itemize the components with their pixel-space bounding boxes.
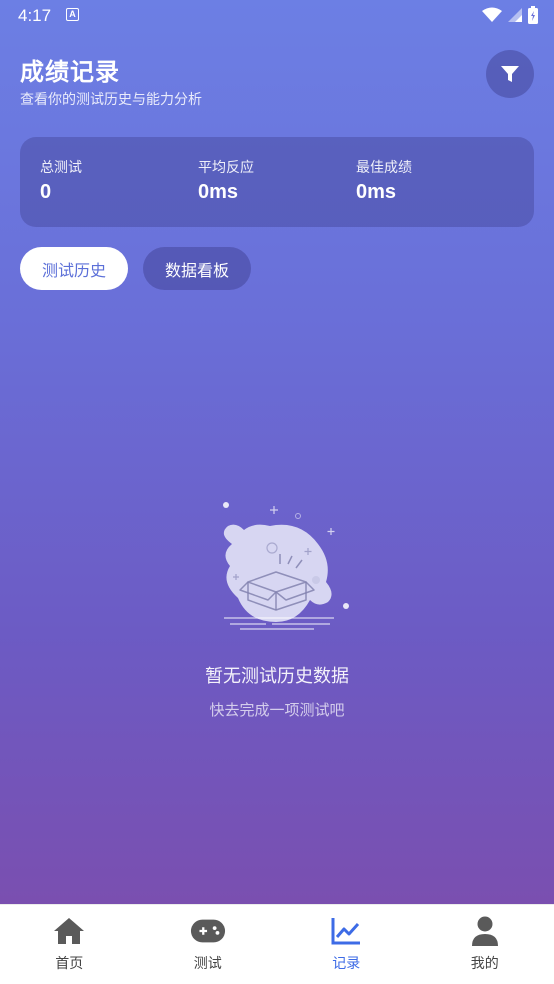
signal-icon xyxy=(508,8,522,22)
nav-label: 记录 xyxy=(332,956,361,972)
tab-test-history[interactable]: 测试历史 xyxy=(20,247,128,290)
stat-average-reaction: 平均反应 0ms xyxy=(198,157,254,204)
stat-value: 0 xyxy=(40,181,52,203)
stat-label: 平均反应 xyxy=(198,160,254,176)
home-icon xyxy=(51,915,87,947)
nav-item-records[interactable]: 记录 xyxy=(277,905,416,984)
accessibility-notification-icon: A xyxy=(66,8,79,21)
nav-label: 测试 xyxy=(193,956,222,972)
stat-best-score: 最佳成绩 0ms xyxy=(356,157,412,204)
battery-icon xyxy=(528,6,538,24)
nav-item-profile[interactable]: 我的 xyxy=(416,905,554,984)
gamepad-icon xyxy=(190,915,226,947)
page-subtitle: 查看你的测试历史与能力分析 xyxy=(20,92,202,108)
records-screen: 4:17 A 成绩记录 查看你的测试历史与能力分析 总测试 0 平均反应 0ms… xyxy=(0,0,554,904)
stat-value: 0ms xyxy=(198,181,239,203)
nav-label: 我的 xyxy=(470,956,499,972)
bottom-navigation: 首页 测试 记录 我的 xyxy=(0,904,554,984)
chart-line-icon xyxy=(328,915,364,947)
stat-label: 总测试 xyxy=(40,160,82,176)
nav-item-home[interactable]: 首页 xyxy=(0,905,139,984)
person-icon xyxy=(467,915,503,947)
stat-value: 0ms xyxy=(356,181,397,203)
wifi-icon xyxy=(482,7,502,22)
nav-item-test[interactable]: 测试 xyxy=(139,905,278,984)
status-icons xyxy=(482,6,538,24)
empty-state-title: 暂无测试历史数据 xyxy=(205,666,349,687)
empty-box-illustration xyxy=(223,502,349,630)
page-title: 成绩记录 xyxy=(20,58,120,86)
filter-button[interactable] xyxy=(486,50,534,98)
status-time: 4:17 xyxy=(18,6,52,25)
stats-summary-card: 总测试 0 平均反应 0ms 最佳成绩 0ms xyxy=(20,137,534,227)
filter-icon xyxy=(501,66,519,82)
nav-label: 首页 xyxy=(55,956,84,972)
status-bar: 4:17 A xyxy=(0,0,554,32)
stat-total-tests: 总测试 0 xyxy=(40,157,82,204)
stat-label: 最佳成绩 xyxy=(356,160,412,176)
empty-state-subtitle: 快去完成一项测试吧 xyxy=(209,701,345,719)
tab-data-dashboard[interactable]: 数据看板 xyxy=(143,247,251,290)
